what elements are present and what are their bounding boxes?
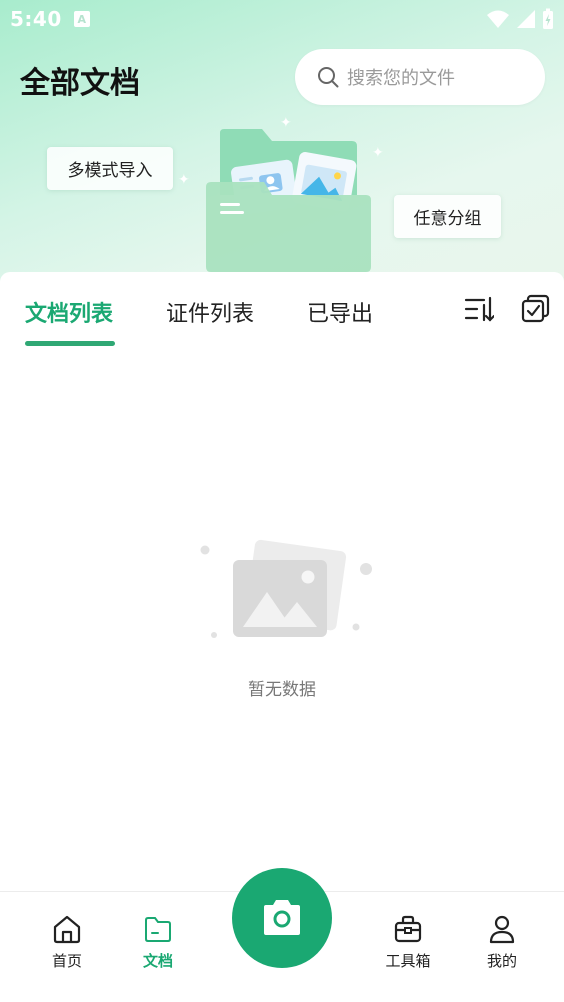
custom-group-button[interactable]: 任意分组 — [394, 195, 501, 238]
tab-document-list[interactable]: 文档列表 — [25, 296, 113, 328]
signal-icon — [517, 10, 535, 28]
multi-select-icon[interactable] — [521, 294, 551, 324]
nav-label-home: 首页 — [51, 952, 82, 970]
folder-illustration — [206, 129, 371, 272]
nav-label-profile: 我的 — [486, 952, 517, 970]
tab-id-list[interactable]: 证件列表 — [166, 296, 254, 328]
search-placeholder: 搜索您的文件 — [347, 68, 455, 89]
status-bar: 5:40 A — [0, 0, 564, 38]
notification-badge: A — [73, 11, 90, 27]
folder-icon — [145, 917, 171, 942]
nav-label-documents: 文档 — [142, 952, 173, 970]
battery-icon — [543, 8, 553, 29]
empty-state-illustration — [200, 539, 372, 638]
sparkle-icon: ✦ — [178, 172, 190, 188]
camera-icon — [264, 900, 300, 935]
camera-button[interactable] — [232, 868, 332, 968]
nav-item-profile[interactable]: 我的 — [467, 914, 537, 971]
page-title: 全部文档 — [20, 66, 140, 101]
status-time: 5:40 — [10, 7, 62, 31]
multi-mode-import-button[interactable]: 多模式导入 — [47, 147, 173, 190]
search-input[interactable]: 搜索您的文件 — [295, 49, 545, 105]
nav-item-home[interactable]: 首页 — [32, 914, 102, 971]
nav-label-toolbox: 工具箱 — [385, 952, 431, 970]
active-tab-indicator — [25, 341, 115, 346]
toolbox-icon — [394, 915, 422, 943]
nav-item-documents[interactable]: 文档 — [123, 914, 193, 971]
user-icon — [489, 915, 515, 944]
wifi-icon — [487, 10, 509, 28]
sort-icon[interactable] — [464, 294, 494, 324]
nav-item-toolbox[interactable]: 工具箱 — [373, 914, 443, 971]
search-icon — [318, 67, 339, 88]
home-icon — [53, 915, 81, 944]
empty-state-text: 暂无数据 — [248, 680, 316, 700]
tab-exported[interactable]: 已导出 — [307, 296, 373, 328]
